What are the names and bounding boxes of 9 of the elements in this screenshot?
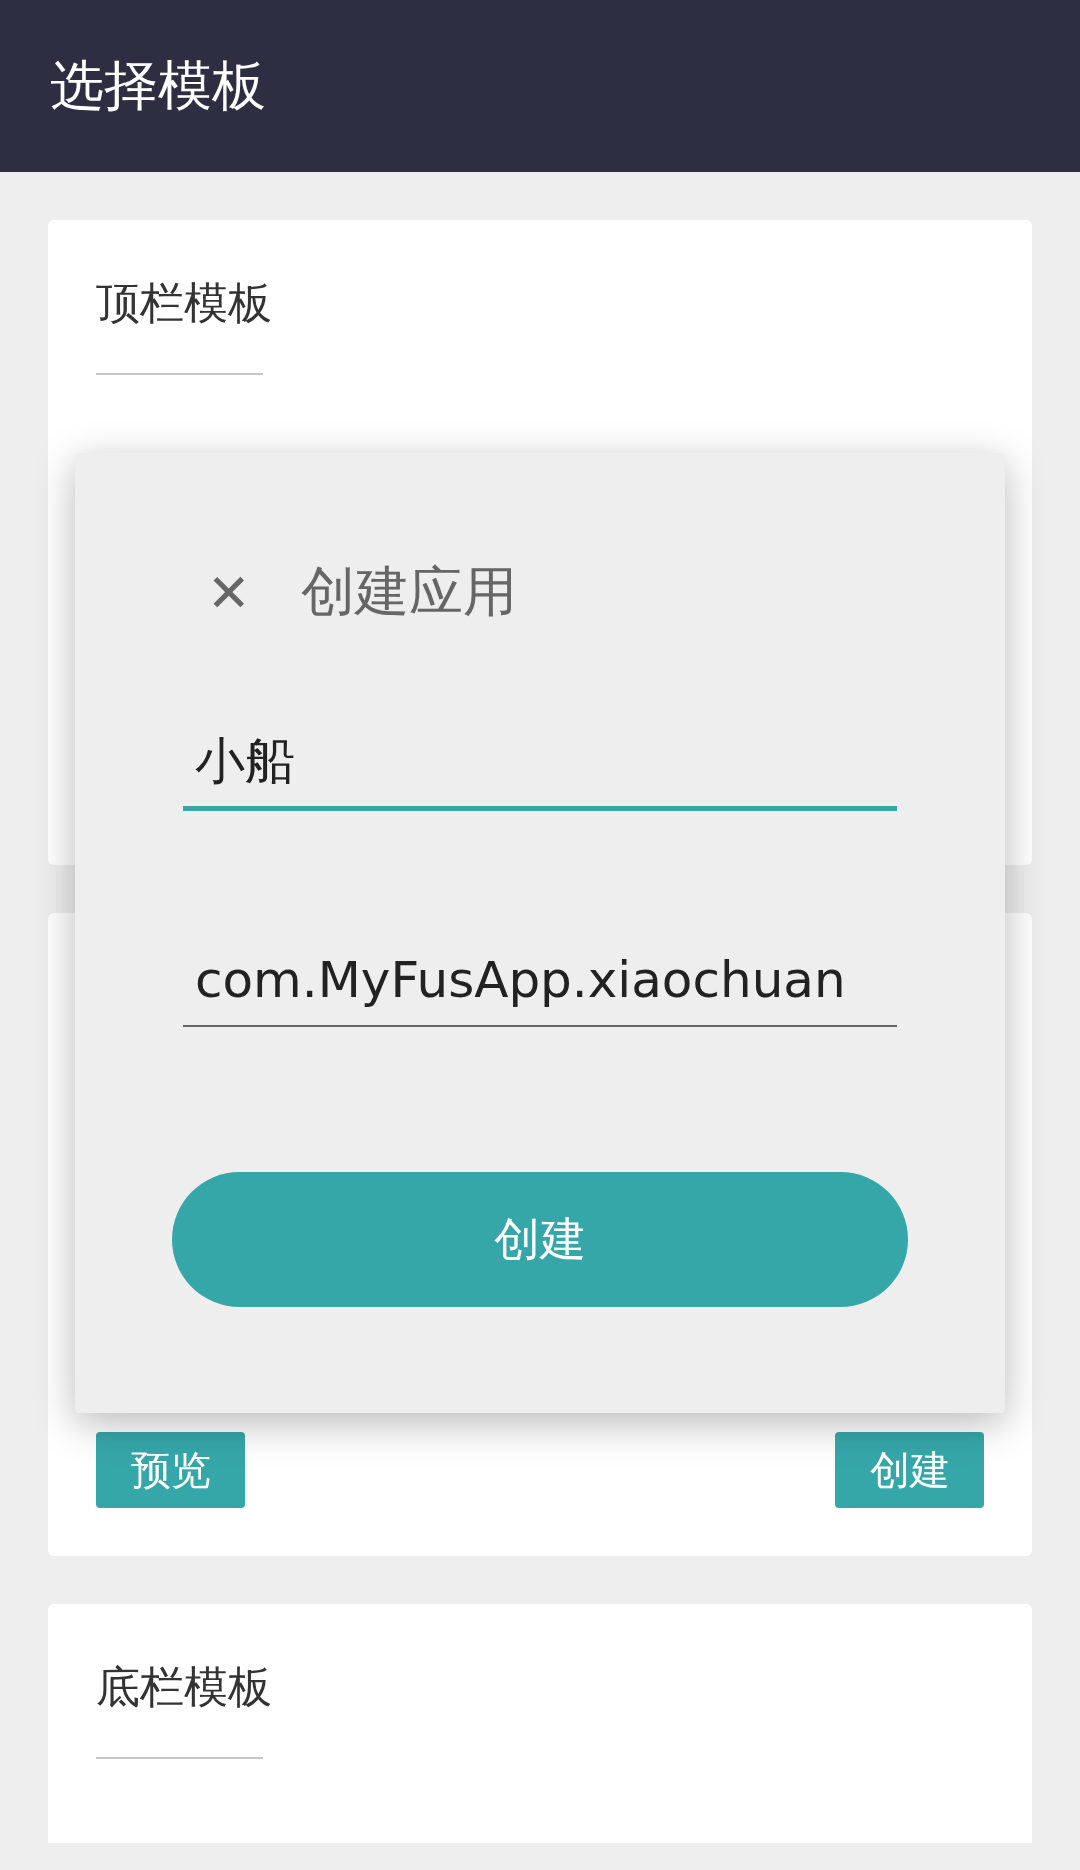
- card-title: 底栏模板: [96, 1660, 273, 1714]
- app-bar-title: 选择模板: [50, 52, 266, 119]
- card-title: 顶栏模板: [96, 276, 273, 330]
- input-field[interactable]: 小船: [183, 732, 897, 811]
- create-button[interactable]: 创建: [172, 1172, 908, 1307]
- dialog-title: 创建应用: [300, 559, 517, 625]
- card-button[interactable]: 预览: [96, 1432, 245, 1508]
- input-field[interactable]: com.MyFusApp.xiaochuan: [183, 951, 897, 1027]
- card-button[interactable]: 创建: [835, 1432, 984, 1508]
